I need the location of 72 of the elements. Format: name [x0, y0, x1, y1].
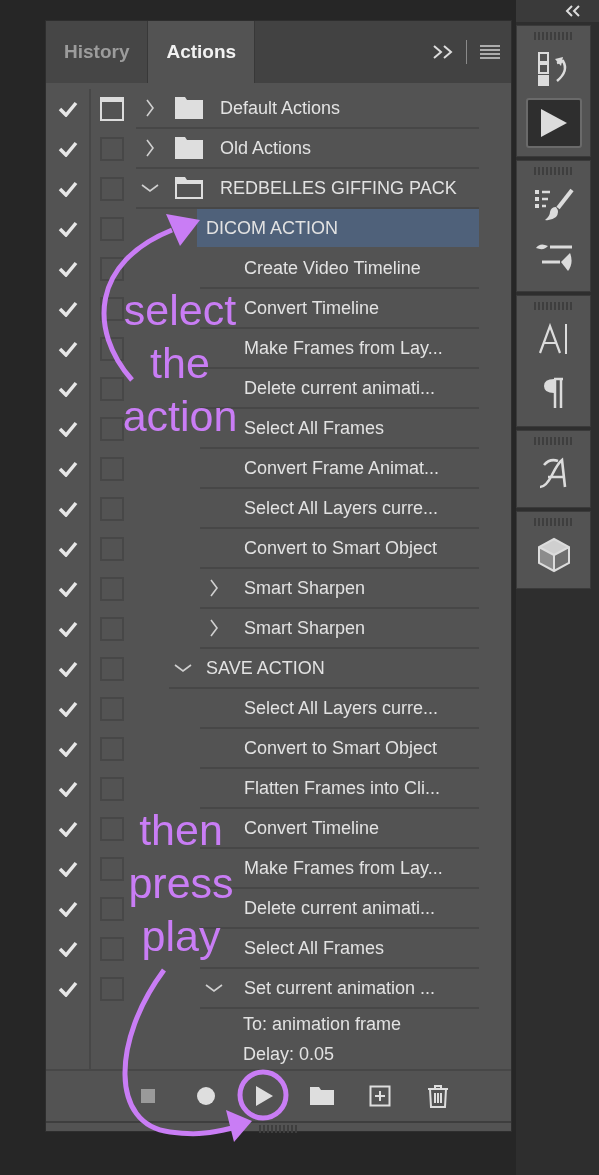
dialog-toggle[interactable]	[99, 337, 124, 361]
check-icon[interactable]	[57, 621, 78, 637]
action-set-item[interactable]: Default Actions	[204, 89, 479, 127]
chevron-down-icon[interactable]	[205, 983, 223, 993]
action-step[interactable]: Convert Frame Animat...	[228, 449, 479, 487]
check-icon[interactable]	[57, 821, 78, 837]
action-step[interactable]: Smart Sharpen	[228, 569, 479, 607]
paragraph-icon	[542, 377, 565, 409]
chevron-down-icon[interactable]	[174, 663, 192, 673]
check-icon[interactable]	[57, 581, 78, 597]
folder-icon	[309, 1086, 335, 1106]
check-icon[interactable]	[57, 461, 78, 477]
check-icon[interactable]	[57, 181, 78, 197]
check-icon[interactable]	[57, 701, 78, 717]
check-icon[interactable]	[57, 261, 78, 277]
highlight-ring	[237, 1069, 289, 1121]
delete-button[interactable]	[425, 1083, 451, 1109]
action-step[interactable]: Convert to Smart Object	[228, 729, 479, 767]
check-icon[interactable]	[57, 501, 78, 517]
new-action-button[interactable]	[367, 1083, 393, 1109]
panel-tab[interactable]: History	[46, 21, 149, 83]
check-icon[interactable]	[57, 421, 78, 437]
check-icon[interactable]	[57, 661, 78, 677]
check-icon[interactable]	[57, 341, 78, 357]
dialog-toggle[interactable]	[99, 257, 124, 281]
menu-icon[interactable]	[479, 44, 501, 60]
action-step[interactable]: Smart Sharpen	[228, 609, 479, 647]
check-icon[interactable]	[57, 141, 78, 157]
trash-icon	[427, 1084, 449, 1108]
action-step[interactable]: Select All Layers curre...	[228, 689, 479, 727]
record-icon	[196, 1086, 216, 1106]
add-icon	[369, 1085, 391, 1107]
dialog-toggle[interactable]	[99, 297, 124, 321]
chevron-down-icon[interactable]	[141, 183, 159, 193]
expand-icon[interactable]	[432, 44, 454, 60]
action-item[interactable]: DICOM ACTION	[197, 209, 479, 247]
character-icon	[537, 323, 570, 355]
chevron-right-icon[interactable]	[145, 139, 155, 157]
cube-icon	[536, 537, 571, 573]
action-step[interactable]: Flatten Frames into Cli...	[228, 769, 479, 807]
actions-button[interactable]	[525, 98, 582, 148]
action-step[interactable]: Set current animation ...	[228, 969, 479, 1007]
dialog-toggle[interactable]	[99, 377, 124, 401]
check-icon[interactable]	[57, 381, 78, 397]
chevron-right-icon[interactable]	[145, 99, 155, 117]
check-icon[interactable]	[57, 101, 78, 117]
check-icon[interactable]	[57, 301, 78, 317]
action-step[interactable]: Create Video Timeline	[228, 249, 479, 287]
play-icon	[254, 1085, 274, 1107]
stop-icon	[140, 1088, 156, 1104]
collapse-icon[interactable]	[565, 5, 581, 17]
action-step[interactable]: Convert to Smart Object	[228, 529, 479, 567]
check-icon[interactable]	[57, 541, 78, 557]
check-icon[interactable]	[57, 741, 78, 757]
action-step[interactable]: Select All Layers curre...	[228, 489, 479, 527]
grip-icon[interactable]	[258, 1125, 299, 1133]
chevron-right-icon[interactable]	[209, 619, 219, 637]
check-icon[interactable]	[57, 221, 78, 237]
action-set-item[interactable]: REDBELLES GIFFING PACK	[204, 169, 479, 207]
panel-tab[interactable]: Actions	[148, 21, 256, 83]
brush-list-icon	[533, 186, 574, 222]
check-icon[interactable]	[57, 861, 78, 877]
play-icon	[539, 108, 568, 138]
chevron-right-icon[interactable]	[209, 579, 219, 597]
check-icon[interactable]	[57, 781, 78, 797]
step-detail: To: animation frame	[242, 1012, 402, 1036]
action-set-item[interactable]: Old Actions	[204, 129, 479, 167]
check-icon[interactable]	[57, 901, 78, 917]
step-detail: Delay: 0.05	[242, 1042, 335, 1066]
check-icon[interactable]	[57, 941, 78, 957]
action-item[interactable]: SAVE ACTION	[197, 649, 479, 687]
check-icon[interactable]	[57, 981, 78, 997]
